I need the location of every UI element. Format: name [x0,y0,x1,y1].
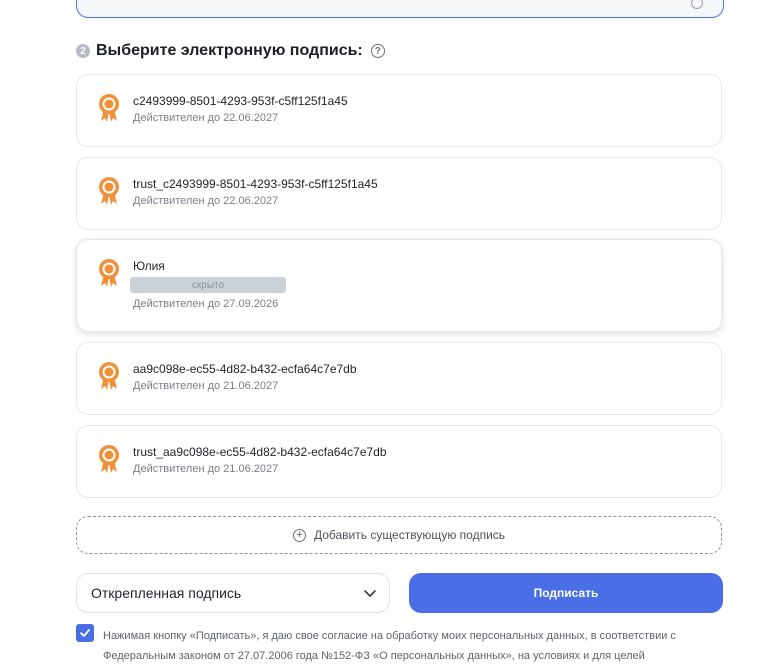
sign-button[interactable]: Подписать [409,573,723,613]
hidden-info-badge: скрыто [130,277,286,293]
certificate-icon [99,362,119,390]
consent-checkbox[interactable] [76,624,94,642]
section-title: Выберите электронную подпись: [96,42,363,59]
certificate-card[interactable]: trust_aa9c098e-ec55-4d82-b432-ecfa64c7e7… [76,425,722,498]
certificate-validity: Действителен до 21.06.2027 [133,380,279,392]
previous-field[interactable] [76,0,724,18]
certificate-icon [99,259,119,287]
certificate-icon [99,177,119,205]
certificate-validity: Действителен до 22.06.2027 [133,195,279,207]
certificate-icon [99,94,119,122]
certificate-icon [99,445,119,473]
field-action-icon[interactable] [691,0,703,9]
certificate-validity: Действителен до 21.06.2027 [133,463,279,475]
add-existing-signature-button[interactable]: + Добавить существующую подпись [76,516,722,554]
plus-circle-icon: + [292,528,306,542]
certificate-name: c2493999-8501-4293-953f-c5ff125f1a45 [133,94,348,108]
certificate-card[interactable]: trust_c2493999-8501-4293-953f-c5ff125f1a… [76,157,722,230]
certificate-name: trust_c2493999-8501-4293-953f-c5ff125f1a… [133,177,378,191]
signature-type-value: Открепленная подпись [91,585,242,601]
help-icon[interactable]: ? [370,44,385,58]
certificate-name: Юлия [133,259,165,273]
certificate-name: aa9c098e-ec55-4d82-b432-ecfa64c7e7db [133,362,357,376]
step-number-badge: 2 [76,44,90,58]
signature-type-select[interactable]: Открепленная подпись [76,573,390,613]
certificate-card-selected[interactable]: Юлия скрыто Действителен до 27.09.2026 [76,239,722,332]
certificate-validity: Действителен до 22.06.2027 [133,112,279,124]
certificate-card[interactable]: c2493999-8501-4293-953f-c5ff125f1a45 Дей… [76,74,722,147]
certificate-name: trust_aa9c098e-ec55-4d82-b432-ecfa64c7e7… [133,445,387,459]
chevron-down-icon [364,590,376,597]
certificate-validity: Действителен до 27.09.2026 [133,298,279,310]
checkmark-icon [80,629,90,637]
certificate-card[interactable]: aa9c098e-ec55-4d82-b432-ecfa64c7e7db Дей… [76,342,722,415]
consent-text: Нажимая кнопку «Подписать», я даю свое с… [103,630,676,662]
section-header: 2 Выберите электронную подпись: ? [76,41,385,61]
add-signature-label: Добавить существующую подпись [313,528,506,542]
